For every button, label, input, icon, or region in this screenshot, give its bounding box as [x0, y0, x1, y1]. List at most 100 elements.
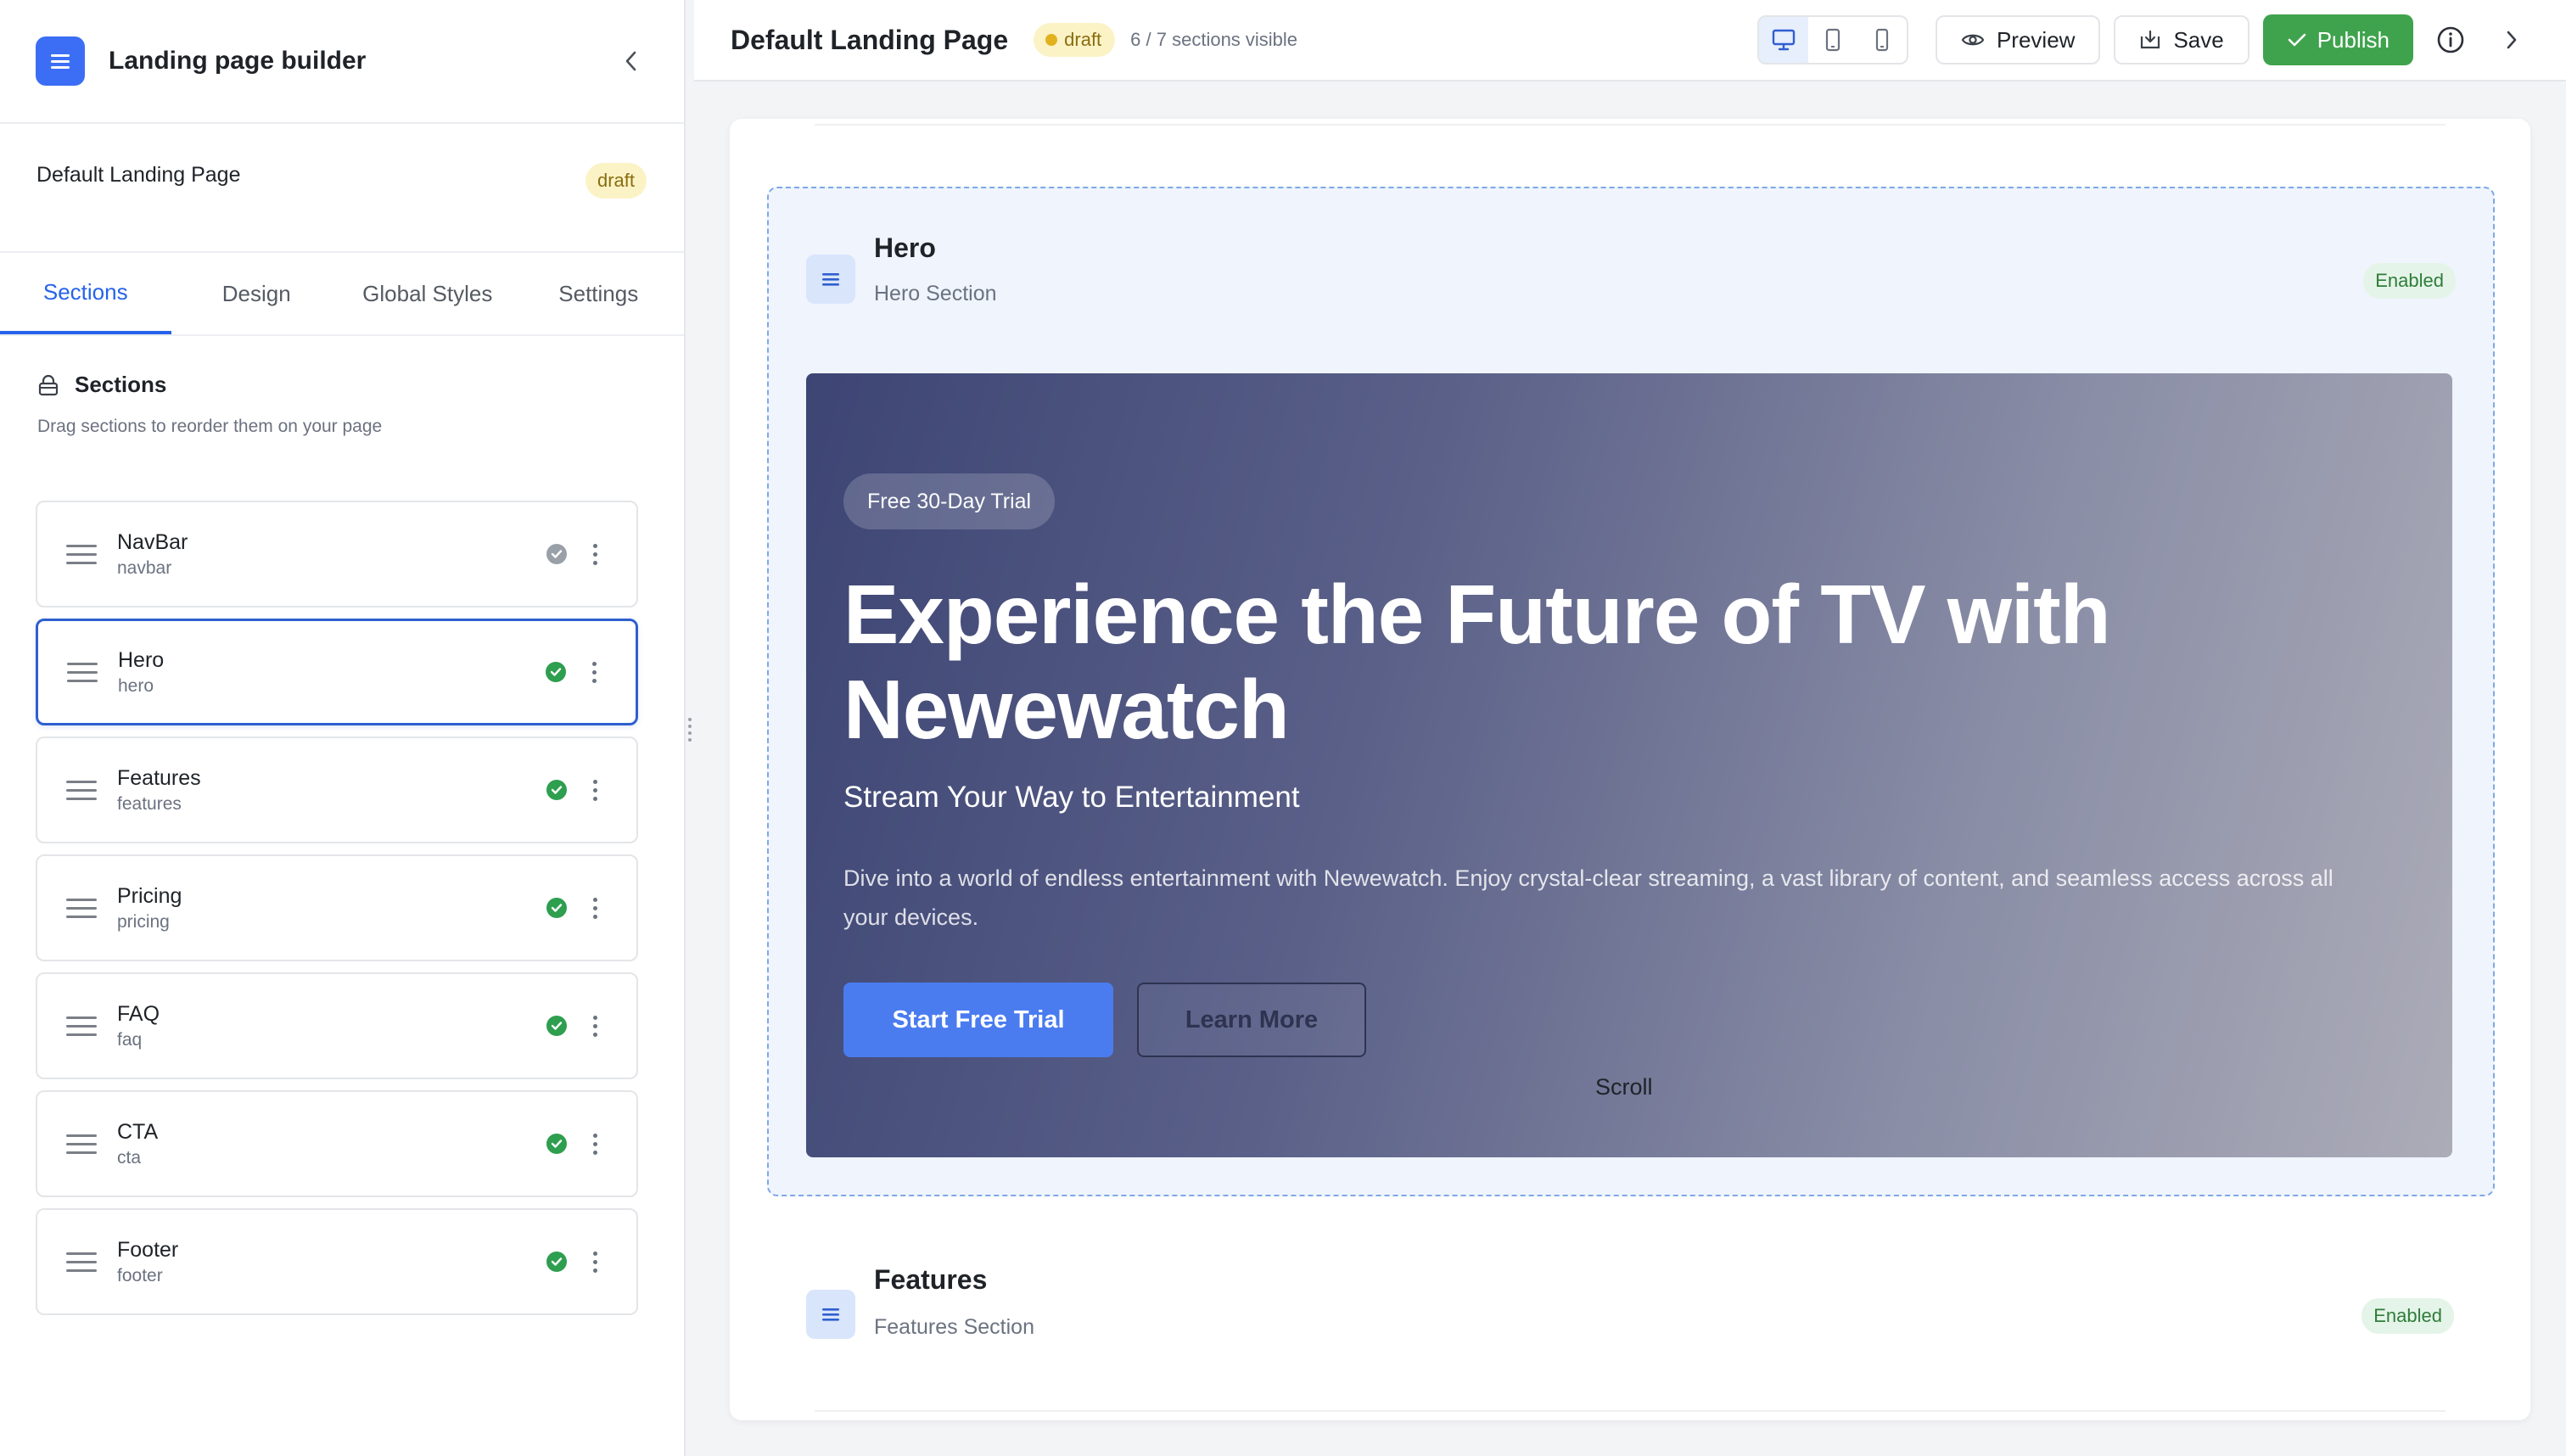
section-subtitle: Features Section: [874, 1315, 1034, 1339]
section-name: Features: [874, 1264, 988, 1295]
page-name: Default Landing Page: [36, 163, 241, 187]
status-badge: draft: [1034, 23, 1116, 57]
preview-button[interactable]: Preview: [1935, 15, 2101, 64]
chevron-left-icon: [625, 51, 636, 71]
builder-sidebar: Landing page builder Default Landing Pag…: [0, 0, 686, 1456]
divider: [815, 1410, 2446, 1412]
check-circle-icon[interactable]: [546, 1252, 567, 1272]
info-button[interactable]: [2432, 21, 2469, 59]
device-switcher: [1756, 15, 1908, 64]
check-icon: [2288, 33, 2306, 47]
hero-heading: Experience the Future of TV with Newewat…: [843, 568, 2111, 756]
enabled-badge: Enabled: [2362, 1298, 2454, 1334]
sidebar-header: Landing page builder: [0, 0, 684, 124]
info-icon: [2437, 26, 2464, 53]
section-menu-icon: [806, 255, 855, 304]
sections-header: Sections Drag sections to reorder them o…: [0, 336, 684, 485]
hero-preview: Free 30-Day Trial Experience the Future …: [806, 373, 2452, 1157]
tab-design[interactable]: Design: [171, 253, 343, 334]
section-name: Hero: [874, 232, 936, 263]
check-circle-icon[interactable]: [546, 544, 567, 564]
status-badge: draft: [585, 163, 647, 199]
section-subtitle: Hero Section: [874, 282, 997, 305]
section-list-item[interactable]: NavBar navbar: [36, 501, 638, 608]
section-text: Footer footer: [117, 1238, 546, 1286]
app-title: Landing page builder: [109, 47, 367, 75]
sidebar-resize-handle[interactable]: [688, 714, 693, 745]
sidebar-tabs: Sections Design Global Styles Settings: [0, 253, 684, 336]
section-item-name: Footer: [117, 1237, 179, 1262]
hero-description: Dive into a world of endless entertainme…: [843, 865, 2333, 930]
more-options-icon[interactable]: [591, 543, 599, 565]
section-text: Hero hero: [118, 648, 546, 697]
desktop-view-button[interactable]: [1758, 17, 1808, 63]
section-menu-icon: [806, 1290, 855, 1339]
drag-handle-icon[interactable]: [67, 657, 98, 688]
section-item-key: pricing: [117, 911, 170, 932]
drag-handle-icon[interactable]: [66, 1246, 97, 1278]
tab-sections[interactable]: Sections: [0, 253, 171, 334]
check-circle-icon[interactable]: [546, 1016, 567, 1036]
more-options-icon[interactable]: [591, 1015, 599, 1037]
section-text: Pricing pricing: [117, 884, 546, 932]
publish-label: Publish: [2317, 26, 2390, 53]
hero-subheading: Stream Your Way to Entertainment: [843, 781, 1300, 814]
page-info: Default Landing Page draft: [0, 124, 684, 253]
visible-sections-count: 6 / 7 sections visible: [1130, 29, 1298, 50]
sections-title: Sections: [75, 372, 167, 397]
learn-more-button[interactable]: Learn More: [1137, 983, 1366, 1057]
section-list-item[interactable]: Hero hero: [36, 619, 638, 725]
check-circle-icon[interactable]: [546, 1134, 567, 1154]
tab-global-styles[interactable]: Global Styles: [342, 253, 513, 334]
more-options-icon[interactable]: [590, 661, 598, 683]
section-list-item[interactable]: Pricing pricing: [36, 854, 638, 961]
tablet-icon: [1825, 28, 1840, 52]
expand-panel-button[interactable]: [2493, 21, 2530, 59]
drag-handle-icon[interactable]: [66, 539, 97, 570]
section-item-key: faq: [117, 1029, 143, 1050]
more-options-icon[interactable]: [591, 897, 599, 919]
save-button[interactable]: Save: [2114, 15, 2249, 64]
mobile-view-button[interactable]: [1857, 17, 1907, 63]
start-free-trial-button[interactable]: Start Free Trial: [843, 983, 1113, 1057]
section-item-key: cta: [117, 1147, 142, 1168]
section-list-item[interactable]: Features features: [36, 736, 638, 843]
section-item-name: Pricing: [117, 883, 182, 908]
status-dot-icon: [1045, 34, 1058, 46]
drag-handle-icon[interactable]: [66, 775, 97, 806]
tablet-view-button[interactable]: [1808, 17, 1857, 63]
status-label: draft: [1064, 29, 1102, 50]
section-list: NavBar navbar Hero hero Features features Pric…: [36, 501, 638, 1326]
tab-settings[interactable]: Settings: [513, 253, 685, 334]
page-canvas: Hero Hero Section Enabled Free 30-Day Tr…: [730, 119, 2530, 1420]
more-options-icon[interactable]: [591, 1251, 599, 1273]
check-circle-icon[interactable]: [546, 662, 566, 682]
drag-handle-icon[interactable]: [66, 893, 97, 924]
section-item-name: FAQ: [117, 1001, 160, 1026]
section-item-key: footer: [117, 1265, 163, 1285]
chevron-right-icon: [2507, 31, 2517, 49]
section-item-name: CTA: [117, 1119, 159, 1144]
section-list-item[interactable]: FAQ faq: [36, 972, 638, 1079]
more-options-icon[interactable]: [591, 779, 599, 801]
section-item-name: Features: [117, 765, 201, 790]
save-label: Save: [2173, 26, 2224, 53]
collapse-sidebar-button[interactable]: [614, 44, 648, 78]
hero-section-block[interactable]: Hero Hero Section Enabled Free 30-Day Tr…: [767, 187, 2495, 1196]
page-title: Default Landing Page: [731, 24, 1009, 55]
scroll-indicator[interactable]: Scroll: [1595, 1074, 1653, 1100]
check-circle-icon[interactable]: [546, 898, 567, 918]
drag-handle-icon[interactable]: [66, 1128, 97, 1160]
eye-icon: [1961, 34, 1985, 46]
more-options-icon[interactable]: [591, 1133, 599, 1155]
section-list-item[interactable]: Footer footer: [36, 1208, 638, 1315]
menu-icon: [36, 36, 85, 86]
editor-topbar: Default Landing Page draft 6 / 7 section…: [694, 0, 2566, 81]
desktop-icon: [1772, 29, 1796, 51]
section-text: NavBar navbar: [117, 530, 546, 579]
publish-button[interactable]: Publish: [2262, 14, 2413, 65]
drag-handle-icon[interactable]: [66, 1011, 97, 1042]
check-circle-icon[interactable]: [546, 780, 567, 800]
section-list-item[interactable]: CTA cta: [36, 1090, 638, 1197]
save-icon: [2141, 30, 2160, 49]
